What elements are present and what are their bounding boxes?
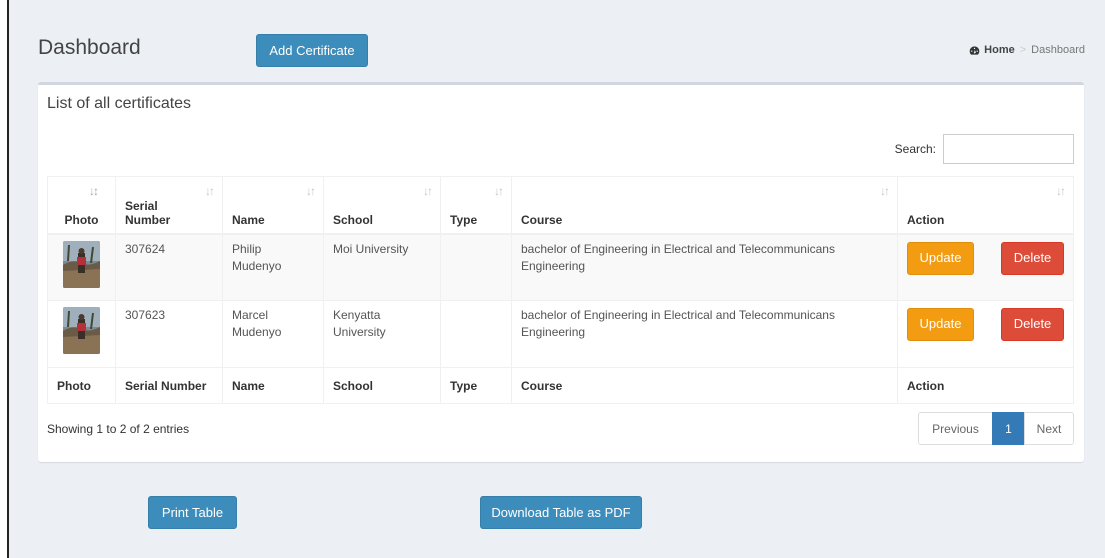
- breadcrumb-current: Dashboard: [1031, 44, 1085, 56]
- certificate-photo: [63, 240, 100, 288]
- breadcrumb: Home > Dashboard: [969, 44, 1085, 56]
- col-footer-photo: Photo: [47, 367, 116, 404]
- col-header-photo[interactable]: ↓↕ Photo: [47, 176, 116, 235]
- sort-icon: ↓↑: [205, 184, 215, 198]
- col-footer-serial: Serial Number: [115, 367, 223, 404]
- breadcrumb-home-link[interactable]: Home: [969, 44, 1015, 56]
- search-input[interactable]: [943, 134, 1074, 164]
- school-cell: Moi University: [323, 233, 441, 301]
- download-pdf-button[interactable]: Download Table as PDF: [480, 496, 642, 529]
- col-header-type[interactable]: ↓↑ Type: [440, 176, 512, 235]
- table-info: Showing 1 to 2 of 2 entries: [47, 422, 190, 436]
- breadcrumb-separator: >: [1019, 44, 1027, 56]
- col-footer-type: Type: [440, 367, 512, 404]
- search-label: Search:: [894, 142, 936, 156]
- pagination: Previous 1 Next: [918, 412, 1074, 445]
- col-footer-school: School: [323, 367, 441, 404]
- search-container: Search:: [895, 134, 1074, 164]
- delete-button[interactable]: Delete: [1001, 308, 1064, 341]
- sort-asc-icon: ↓↕: [89, 184, 99, 198]
- update-button[interactable]: Update: [907, 241, 974, 275]
- col-footer-action: Action: [897, 367, 1074, 404]
- name-cell: Marcel Mudenyo: [222, 300, 324, 368]
- sort-icon: ↓↑: [1056, 184, 1066, 198]
- certificates-box: List of all certificates Search: ↓↕ Phot…: [38, 82, 1084, 462]
- photo-cell: [47, 300, 116, 368]
- certificates-table: ↓↕ Photo ↓↑ Serial Number ↓↑ Name ↓↑ Sch…: [47, 176, 1074, 404]
- table-footer-row: Photo Serial Number Name School Type Cou…: [47, 367, 1074, 404]
- col-footer-course: Course: [511, 367, 898, 404]
- print-table-button[interactable]: Print Table: [148, 496, 237, 529]
- col-header-serial[interactable]: ↓↑ Serial Number: [115, 176, 223, 235]
- table-row: 307624 Philip Mudenyo Moi University bac…: [47, 233, 1074, 301]
- serial-cell: 307624: [115, 233, 223, 301]
- type-cell: [440, 233, 512, 301]
- page-title: Dashboard: [38, 36, 141, 59]
- dashboard-icon: [969, 45, 980, 55]
- pagination-page-1[interactable]: 1: [992, 412, 1025, 445]
- update-button[interactable]: Update: [907, 308, 974, 341]
- school-cell: Kenyatta University: [323, 300, 441, 368]
- action-cell: Update Delete: [897, 233, 1074, 301]
- table-header-row: ↓↕ Photo ↓↑ Serial Number ↓↑ Name ↓↑ Sch…: [47, 176, 1074, 235]
- col-header-school[interactable]: ↓↑ School: [323, 176, 441, 235]
- sort-icon: ↓↑: [494, 184, 504, 198]
- serial-cell: 307623: [115, 300, 223, 368]
- col-footer-name: Name: [222, 367, 324, 404]
- col-header-name[interactable]: ↓↑ Name: [222, 176, 324, 235]
- table-row: 307623 Marcel Mudenyo Kenyatta Universit…: [47, 300, 1074, 368]
- sort-icon: ↓↑: [423, 184, 433, 198]
- pagination-next[interactable]: Next: [1024, 412, 1074, 445]
- col-header-action[interactable]: ↓↑ Action: [897, 176, 1074, 235]
- breadcrumb-home-label: Home: [984, 44, 1015, 56]
- course-cell: bachelor of Engineering in Electrical an…: [511, 300, 898, 368]
- photo-cell: [47, 233, 116, 301]
- col-header-course[interactable]: ↓↑ Course: [511, 176, 898, 235]
- type-cell: [440, 300, 512, 368]
- sort-icon: ↓↑: [306, 184, 316, 198]
- add-certificate-button[interactable]: Add Certificate: [256, 34, 368, 67]
- delete-button[interactable]: Delete: [1001, 241, 1064, 275]
- course-cell: bachelor of Engineering in Electrical an…: [511, 233, 898, 301]
- name-cell: Philip Mudenyo: [222, 233, 324, 301]
- certificate-photo: [63, 307, 100, 354]
- left-frame-edge: [0, 0, 9, 558]
- action-cell: Update Delete: [897, 300, 1074, 368]
- sort-icon: ↓↑: [880, 184, 890, 198]
- pagination-previous[interactable]: Previous: [918, 412, 993, 445]
- box-title: List of all certificates: [47, 95, 192, 112]
